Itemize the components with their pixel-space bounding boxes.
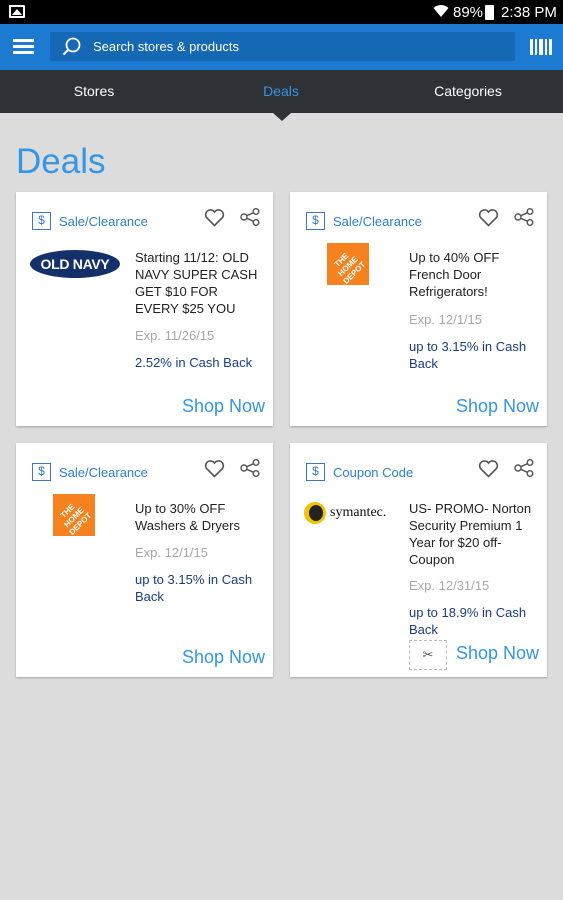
- store-logo: THE HOME DEPOT: [327, 243, 369, 286]
- tab-bar: Stores Deals Categories: [0, 70, 563, 113]
- battery-percent: 89%: [453, 4, 484, 21]
- search-input[interactable]: Search stores & products: [50, 32, 515, 61]
- symantec-logo-icon: [304, 502, 326, 524]
- deal-description: Starting 11/12: OLD NAVY SUPER CASH GET …: [135, 250, 258, 316]
- cash-back: up to 18.9% in Cash Back: [409, 605, 527, 637]
- deal-type: $ Sale/Clearance: [306, 212, 422, 230]
- deal-card[interactable]: $ Sale/Clearance OLD NAVY Starting 11/12…: [16, 192, 273, 426]
- share-icon[interactable]: [514, 459, 534, 477]
- page-title: Deals: [16, 142, 106, 181]
- deal-card[interactable]: $ Sale/Clearance THE HOME DEPOT Up to 40…: [290, 192, 547, 426]
- store-logo-text: THE HOME DEPOT: [58, 502, 94, 537]
- dollar-icon: $: [32, 463, 51, 481]
- image-notification-icon: [9, 5, 25, 18]
- barcode-scan-icon[interactable]: [530, 39, 552, 55]
- deal-description: Up to 40% OFF French Door Refrigerators!: [409, 250, 500, 299]
- deal-type: $ Coupon Code: [306, 463, 413, 481]
- shop-now-button[interactable]: Shop Now: [182, 647, 265, 668]
- deal-card[interactable]: $ Coupon Code symantec. US- PROMO- Norto…: [290, 443, 547, 677]
- status-bar: 89% 2:38 PM: [0, 0, 563, 24]
- dollar-icon: $: [306, 463, 325, 481]
- store-logo-text: THE HOME DEPOT: [332, 251, 368, 286]
- deal-type-label: Sale/Clearance: [59, 213, 148, 229]
- tab-deals[interactable]: Deals: [231, 70, 331, 113]
- menu-icon[interactable]: [13, 39, 34, 54]
- app-bar: Search stores & products: [0, 24, 563, 70]
- active-tab-indicator: [273, 113, 291, 121]
- tab-categories[interactable]: Categories: [408, 70, 528, 113]
- cash-back: up to 3.15% in Cash Back: [409, 339, 527, 371]
- cash-back: up to 3.15% in Cash Back: [135, 572, 253, 604]
- favorite-heart-icon[interactable]: [478, 460, 499, 478]
- clock: 2:38 PM: [501, 4, 557, 21]
- favorite-heart-icon[interactable]: [478, 209, 499, 227]
- cash-back: 2.52% in Cash Back: [135, 355, 253, 370]
- favorite-heart-icon[interactable]: [204, 209, 225, 227]
- wifi-icon: [433, 5, 449, 18]
- deal-type: $ Sale/Clearance: [32, 463, 148, 481]
- shop-now-button[interactable]: Shop Now: [182, 396, 265, 417]
- store-logo: OLD NAVY: [30, 250, 120, 278]
- dollar-icon: $: [306, 212, 325, 230]
- battery-icon: [485, 5, 494, 20]
- deal-type-label: Sale/Clearance: [59, 464, 148, 480]
- share-icon[interactable]: [240, 208, 260, 226]
- share-icon[interactable]: [240, 459, 260, 477]
- shop-now-button[interactable]: Shop Now: [456, 396, 539, 417]
- deal-expiry: Exp. 12/1/15: [409, 312, 482, 327]
- deal-expiry: Exp. 12/1/15: [135, 545, 208, 560]
- deal-expiry: Exp. 12/31/15: [409, 578, 490, 593]
- deal-type-label: Sale/Clearance: [333, 213, 422, 229]
- deal-type: $ Sale/Clearance: [32, 212, 148, 230]
- store-logo: symantec.: [304, 502, 386, 524]
- favorite-heart-icon[interactable]: [204, 460, 225, 478]
- deal-description: Up to 30% OFF Washers & Dryers: [135, 501, 240, 533]
- tab-stores[interactable]: Stores: [44, 70, 144, 113]
- deal-description: US- PROMO- Norton Security Premium 1 Yea…: [409, 501, 532, 567]
- share-icon[interactable]: [514, 208, 534, 226]
- search-icon: [62, 37, 81, 56]
- store-logo-text: symantec.: [330, 505, 387, 520]
- deal-expiry: Exp. 11/26/15: [135, 328, 215, 343]
- clip-coupon-scissors-icon[interactable]: ✂: [409, 640, 447, 670]
- shop-now-button[interactable]: Shop Now: [456, 643, 539, 664]
- dollar-icon: $: [32, 212, 51, 230]
- search-placeholder: Search stores & products: [93, 39, 239, 54]
- deal-type-label: Coupon Code: [333, 464, 414, 480]
- deal-card[interactable]: $ Sale/Clearance THE HOME DEPOT Up to 30…: [16, 443, 273, 677]
- store-logo: THE HOME DEPOT: [53, 494, 95, 537]
